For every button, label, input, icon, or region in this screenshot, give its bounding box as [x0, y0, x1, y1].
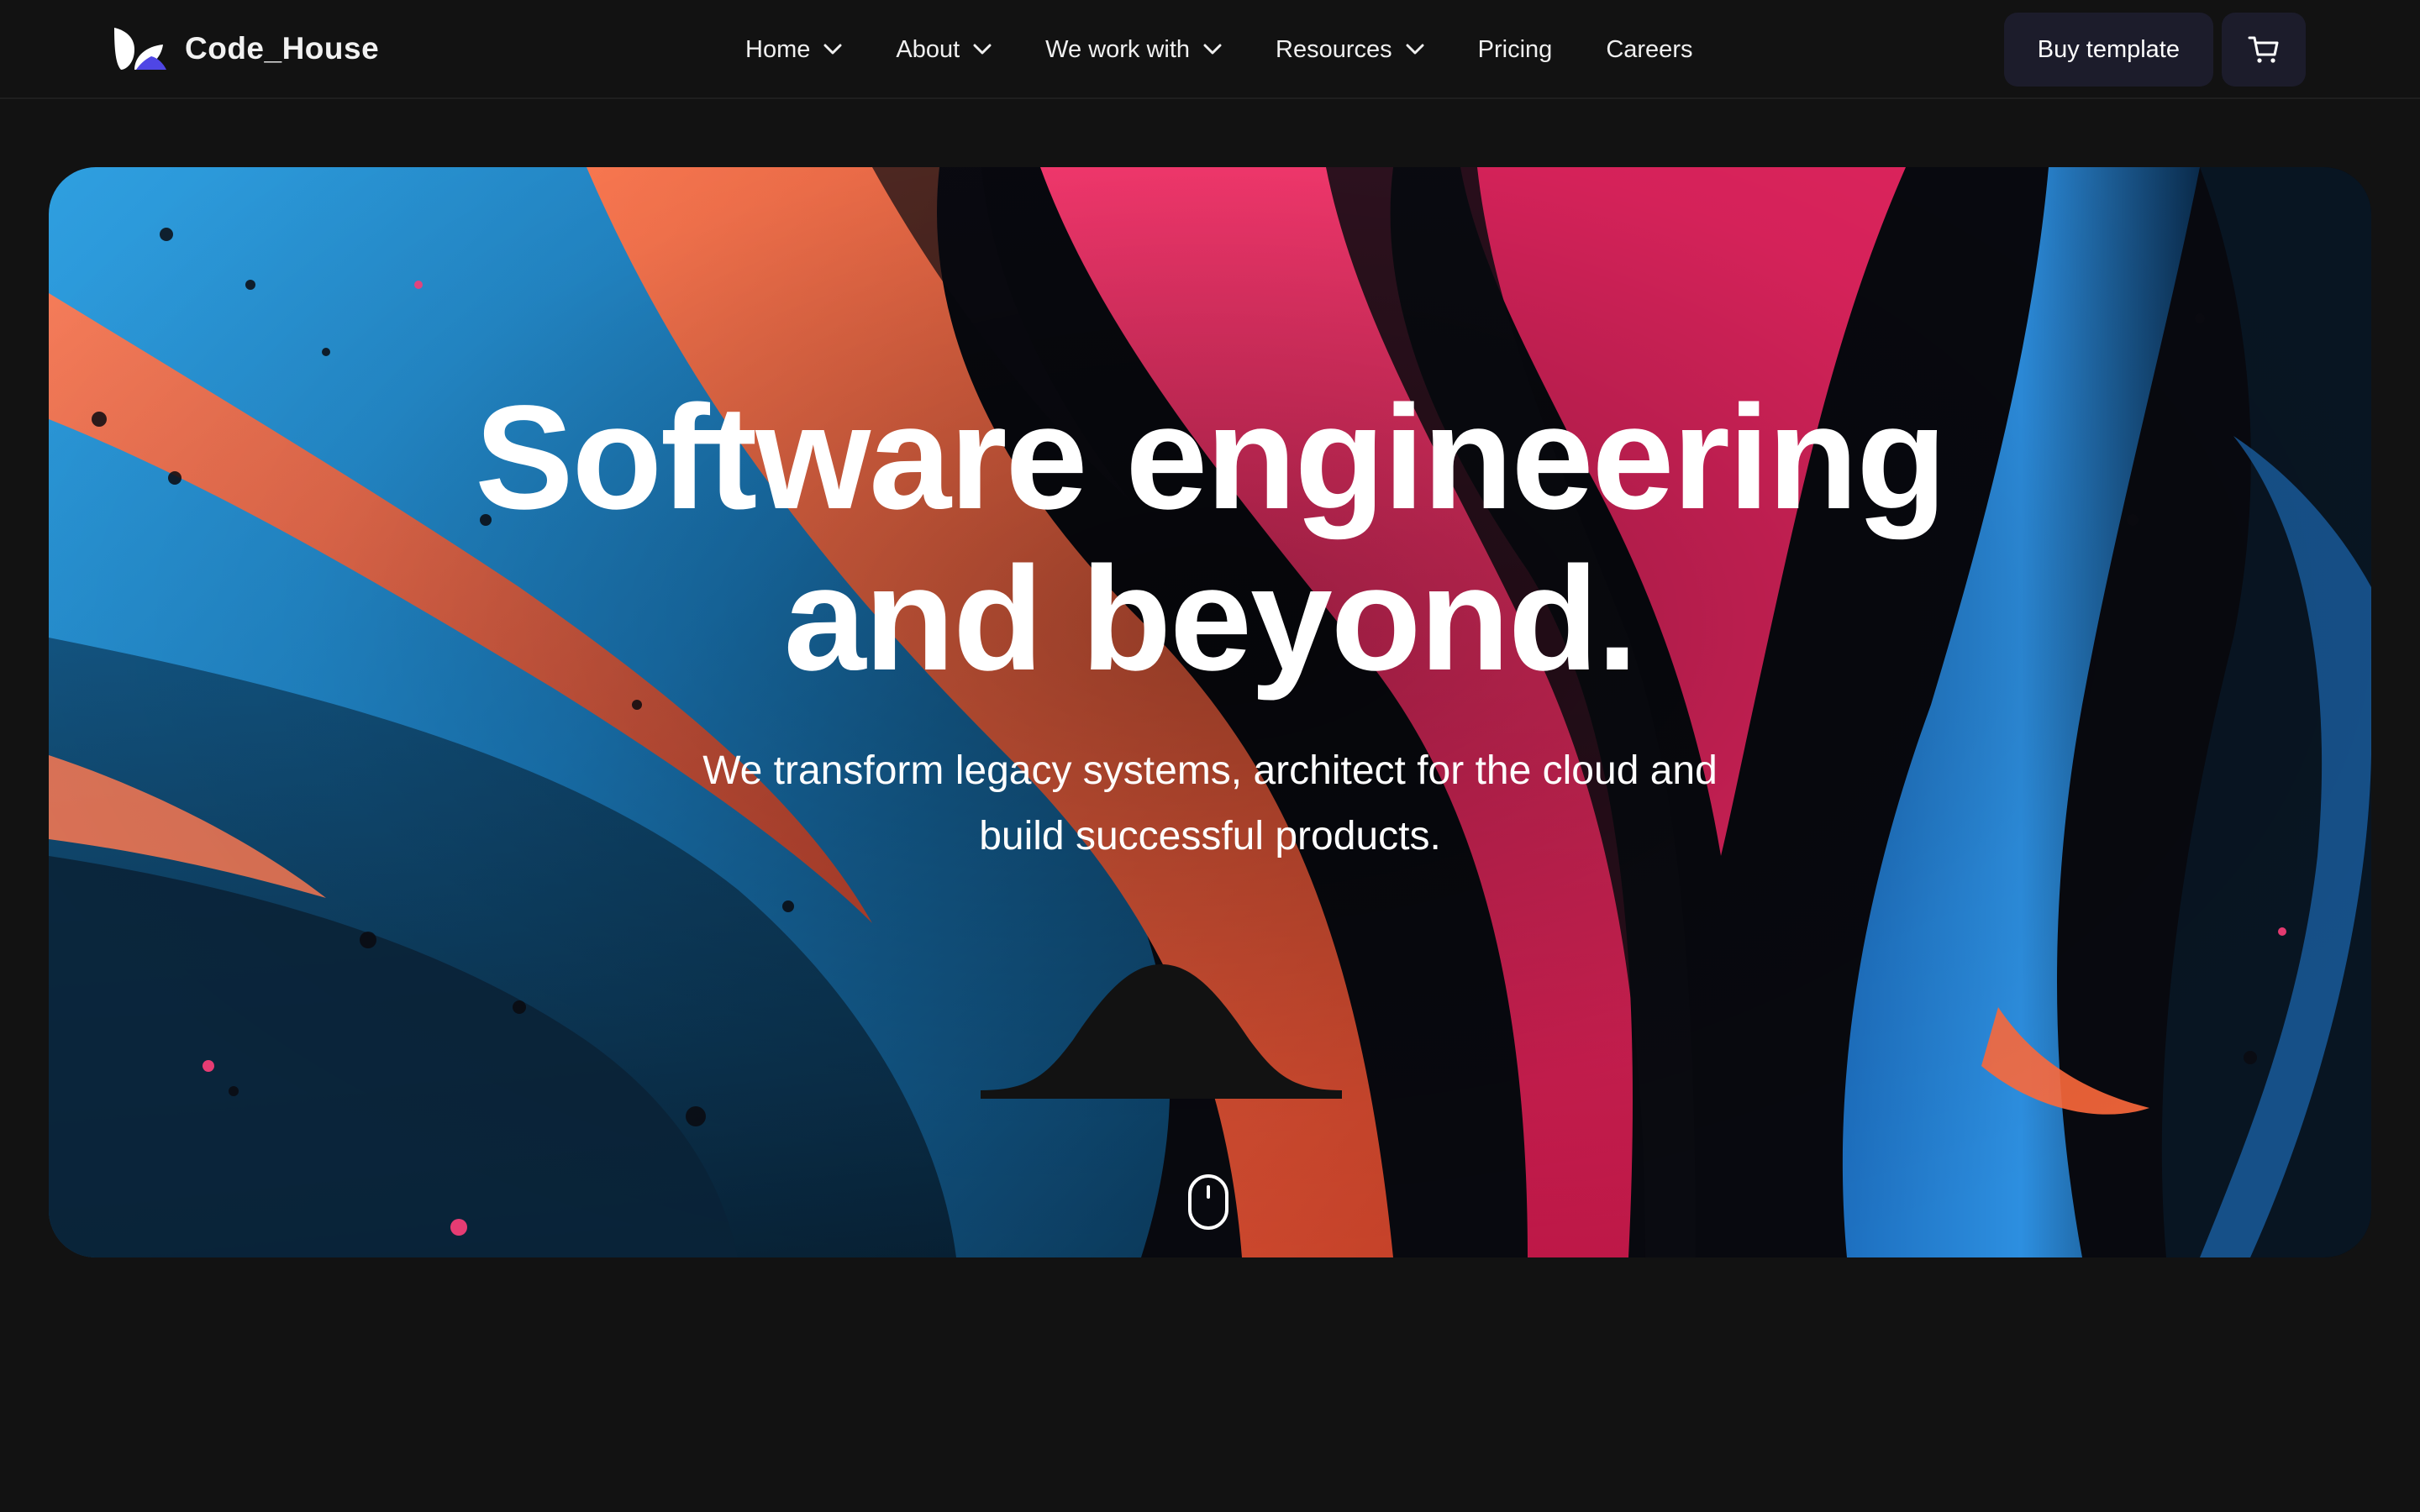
brand-name: Code_House	[185, 31, 380, 66]
hero-title: Software engineering and beyond.	[49, 377, 2371, 700]
nav-item-home[interactable]: Home	[745, 36, 842, 64]
nav-item-label: Careers	[1606, 35, 1693, 63]
hero-subtitle: We transform legacy systems, architect f…	[689, 738, 1731, 869]
nav-item-about[interactable]: About	[896, 36, 992, 64]
main-nav: Home About We work with Resources Pricin…	[745, 25, 1692, 74]
nav-item-careers[interactable]: Careers	[1606, 36, 1692, 64]
hero-subtitle-line-2: build successful products.	[979, 814, 1441, 858]
nav-item-pricing[interactable]: Pricing	[1478, 36, 1553, 64]
nav-actions: Buy template	[2003, 13, 2306, 87]
nav-item-label: Home	[745, 35, 811, 63]
nav-item-resources[interactable]: Resources	[1276, 36, 1424, 64]
leaf-logo-icon	[114, 28, 166, 70]
nav-item-label: Pricing	[1477, 35, 1553, 63]
chevron-down-icon	[1203, 44, 1222, 55]
chevron-down-icon	[1406, 44, 1424, 55]
nav-item-label: Resources	[1276, 35, 1392, 63]
hero-title-line-2: and beyond.	[783, 537, 1639, 701]
nav-item-label: We work with	[1045, 35, 1191, 63]
cart-button[interactable]	[2222, 13, 2306, 87]
nav-item-we-work-with[interactable]: We work with	[1045, 36, 1222, 64]
brand[interactable]: Code_House	[113, 25, 379, 72]
top-navbar: Code_House Home About We work with Resou…	[0, 0, 2420, 99]
nav-item-label: About	[896, 35, 960, 63]
buy-template-button[interactable]: Buy template	[2003, 13, 2213, 87]
cart-icon	[2248, 36, 2279, 63]
hero-subtitle-line-1: We transform legacy systems, architect f…	[702, 748, 1718, 793]
scroll-notch	[981, 964, 1342, 1099]
mouse-icon[interactable]	[1186, 1173, 1230, 1231]
hero-title-line-1: Software engineering	[475, 375, 1947, 540]
chevron-down-icon	[973, 44, 992, 55]
chevron-down-icon	[823, 44, 842, 55]
